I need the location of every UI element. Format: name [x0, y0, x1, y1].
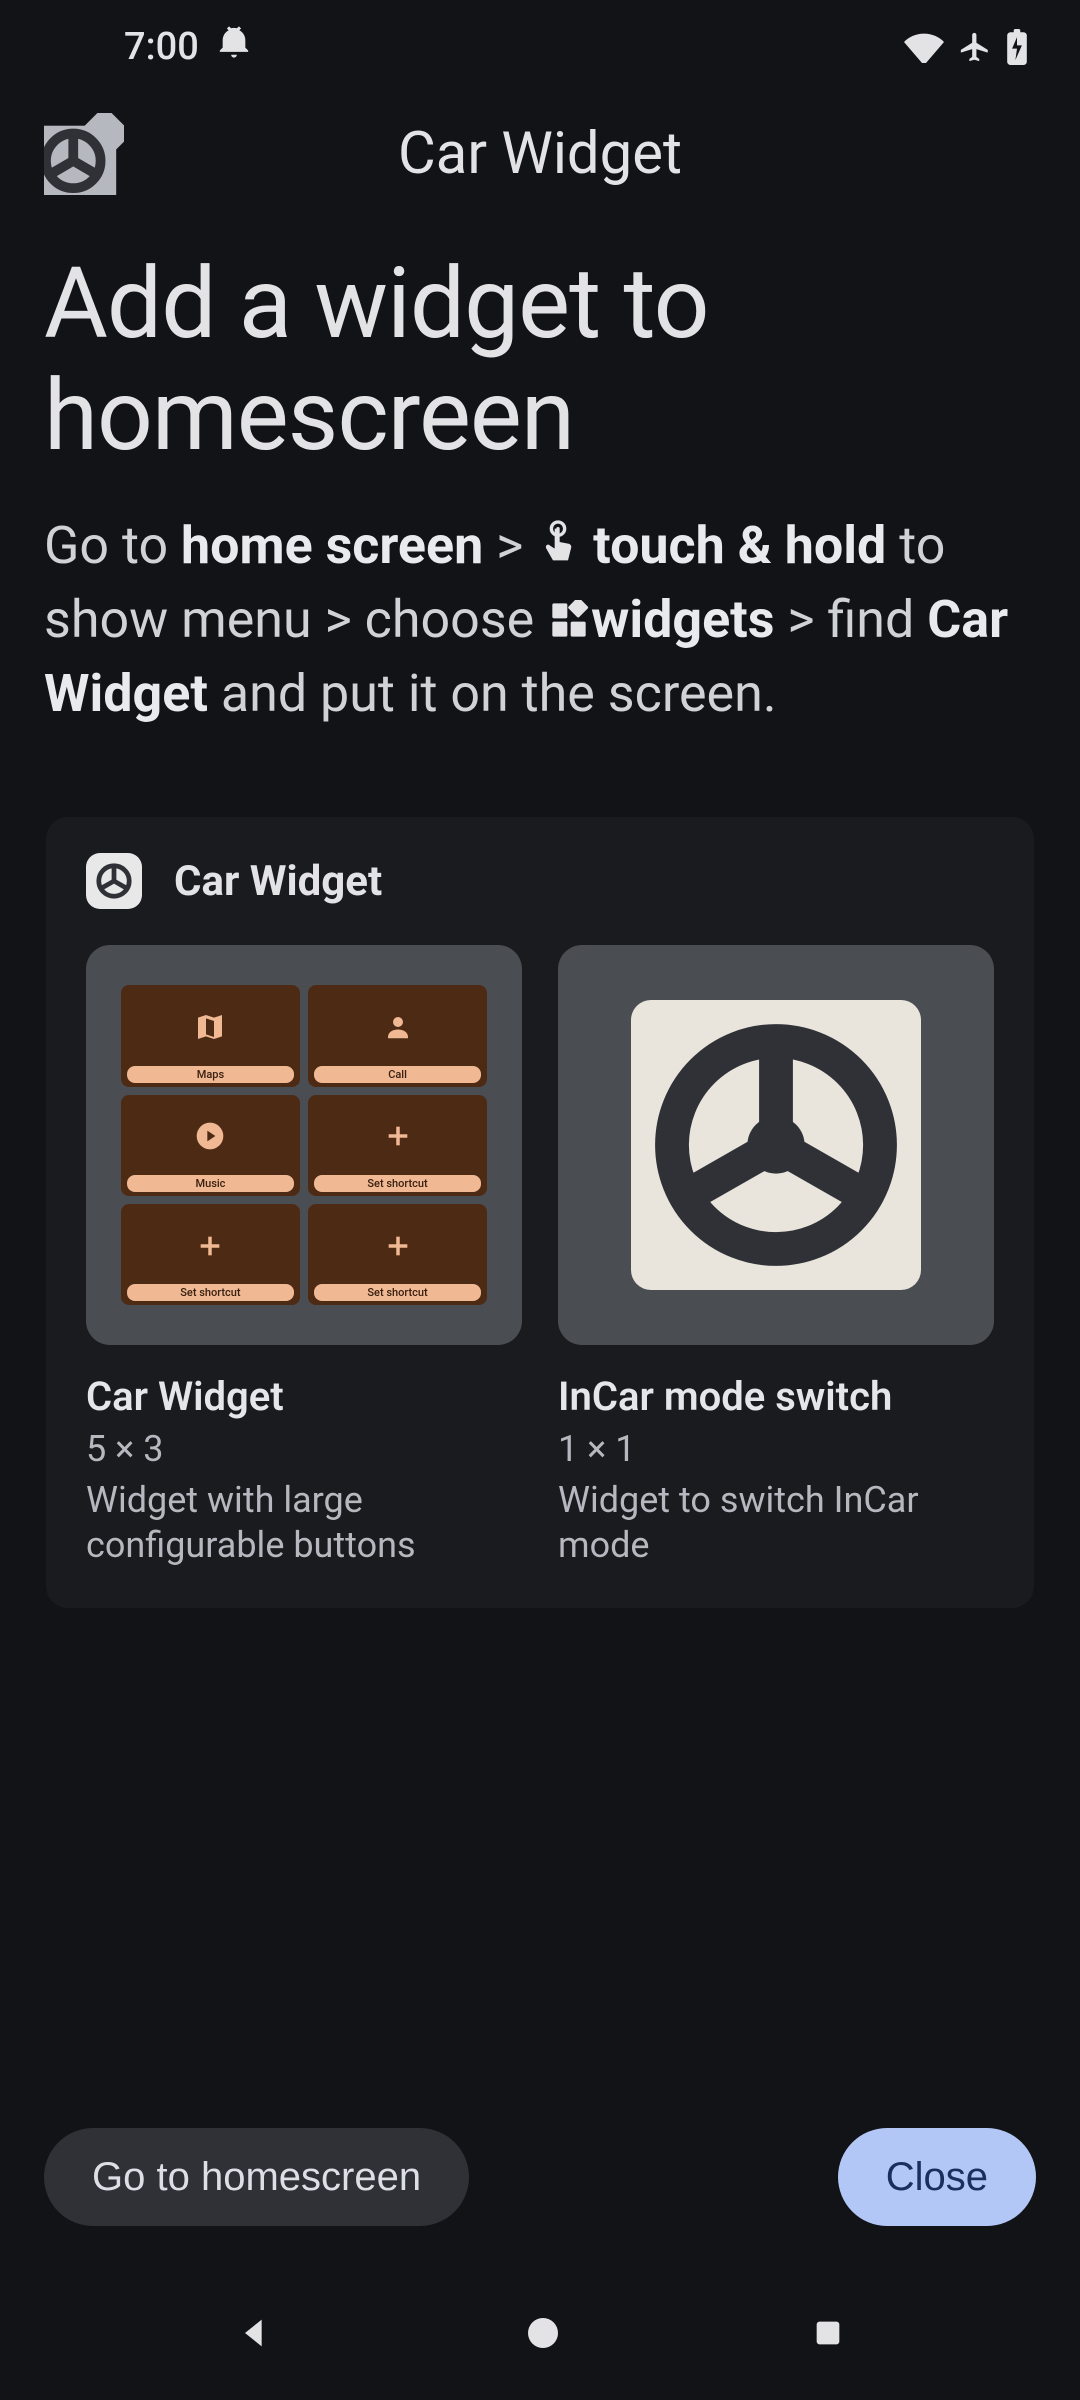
- widget-panel-title: Car Widget: [174, 857, 382, 906]
- play-circle-icon: [194, 1095, 226, 1178]
- instructions-home-screen: home screen: [181, 515, 483, 576]
- widget-desc: Widget with large configurable buttons: [86, 1478, 522, 1568]
- shortcut-empty-2: Set shortcut: [121, 1204, 300, 1305]
- airplane-icon: [958, 30, 992, 64]
- shortcut-empty-3-label: Set shortcut: [314, 1284, 481, 1301]
- status-right: [904, 29, 1028, 65]
- app-icon: [44, 114, 124, 194]
- nav-recent-icon[interactable]: [811, 2316, 845, 2354]
- status-time: 7:00: [124, 25, 199, 69]
- widget-preview-grid: Maps Call Music: [86, 945, 522, 1345]
- close-button[interactable]: Close: [838, 2128, 1036, 2226]
- widget-desc: Widget to switch InCar mode: [558, 1478, 994, 1568]
- page-title: Add a widget to homescreen: [44, 248, 1036, 471]
- battery-charging-icon: [1006, 29, 1028, 65]
- widgets-icon: [549, 588, 589, 659]
- go-to-homescreen-button[interactable]: Go to homescreen: [44, 2128, 469, 2226]
- instructions-touch-hold: touch & hold: [593, 515, 886, 576]
- steering-wheel-icon: [631, 1000, 921, 1290]
- widget-size: 5 × 3: [86, 1428, 522, 1470]
- instructions-txt-goto: Go to: [44, 515, 181, 576]
- widget-item-incar[interactable]: InCar mode switch 1 × 1 Widget to switch…: [558, 945, 994, 1568]
- plus-icon: [384, 1095, 412, 1178]
- shortcut-empty-1: Set shortcut: [308, 1095, 487, 1196]
- widget-item-car-widget[interactable]: Maps Call Music: [86, 945, 522, 1568]
- instructions-tail: and put it on the screen.: [208, 663, 777, 724]
- widget-app-small-icon: [86, 853, 142, 909]
- nav-back-icon[interactable]: [235, 2313, 275, 2357]
- touch-icon: [538, 514, 578, 585]
- shortcut-music: Music: [121, 1095, 300, 1196]
- widget-panel: Car Widget Maps: [46, 817, 1034, 1608]
- content: Add a widget to homescreen Go to home sc…: [0, 224, 1080, 1608]
- instructions-find: > find: [774, 589, 927, 650]
- widget-name: Car Widget: [86, 1373, 522, 1420]
- person-icon: [383, 985, 413, 1068]
- app-header: Car Widget: [0, 94, 1080, 224]
- wifi-icon: [904, 31, 944, 63]
- shortcut-maps: Maps: [121, 985, 300, 1086]
- instructions-sep1: >: [483, 515, 536, 576]
- shortcut-music-label: Music: [127, 1175, 294, 1192]
- alarm-icon: [217, 25, 251, 69]
- nav-bar: [0, 2270, 1080, 2400]
- header-title: Car Widget: [124, 120, 956, 188]
- instructions-widgets: widgets: [591, 589, 774, 650]
- plus-icon: [196, 1204, 224, 1287]
- shortcut-call: Call: [308, 985, 487, 1086]
- widget-row: Maps Call Music: [86, 945, 994, 1568]
- map-icon: [194, 985, 226, 1068]
- footer: Go to homescreen Close: [0, 2128, 1080, 2226]
- nav-home-icon[interactable]: [525, 2315, 561, 2355]
- plus-icon: [384, 1204, 412, 1287]
- status-left: 7:00: [124, 25, 251, 69]
- shortcut-maps-label: Maps: [127, 1066, 294, 1083]
- shortcut-empty-3: Set shortcut: [308, 1204, 487, 1305]
- widget-preview-square: [558, 945, 994, 1345]
- instructions: Go to home screen > touch & hold to show…: [44, 511, 1036, 729]
- shortcut-empty-2-label: Set shortcut: [127, 1284, 294, 1301]
- widget-panel-header: Car Widget: [86, 853, 994, 909]
- widget-size: 1 × 1: [558, 1428, 994, 1470]
- status-bar: 7:00: [0, 0, 1080, 94]
- widget-name: InCar mode switch: [558, 1373, 994, 1420]
- shortcut-empty-1-label: Set shortcut: [314, 1175, 481, 1192]
- shortcut-call-label: Call: [314, 1066, 481, 1083]
